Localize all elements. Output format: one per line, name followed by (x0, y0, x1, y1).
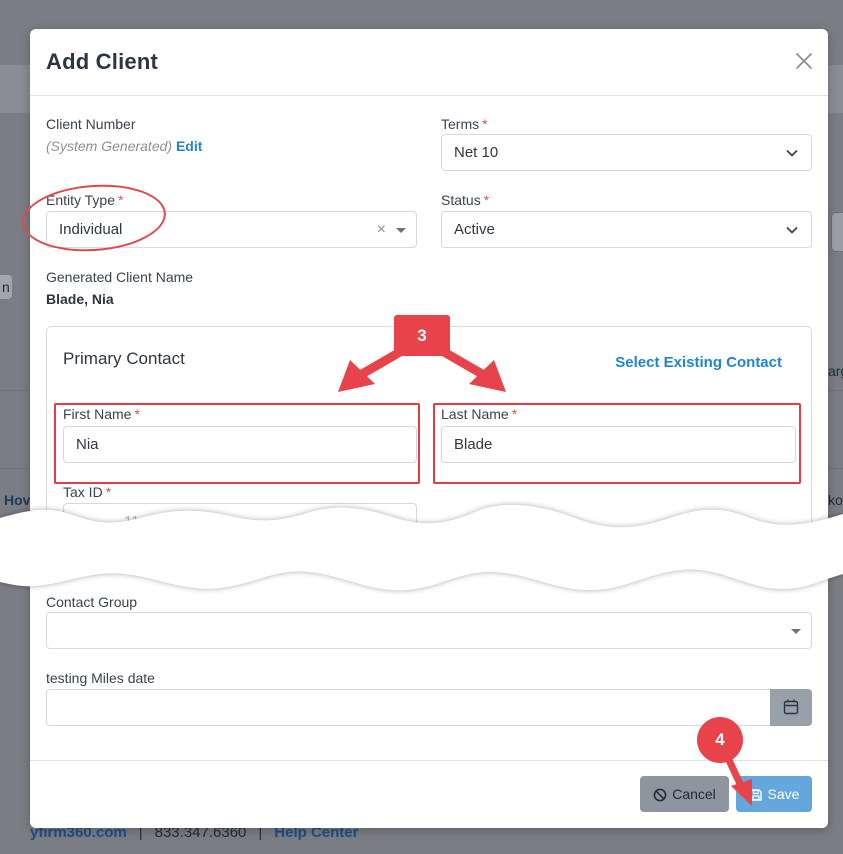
step-3-badge: 3 (394, 315, 450, 356)
step-4-badge: 4 (697, 717, 743, 763)
